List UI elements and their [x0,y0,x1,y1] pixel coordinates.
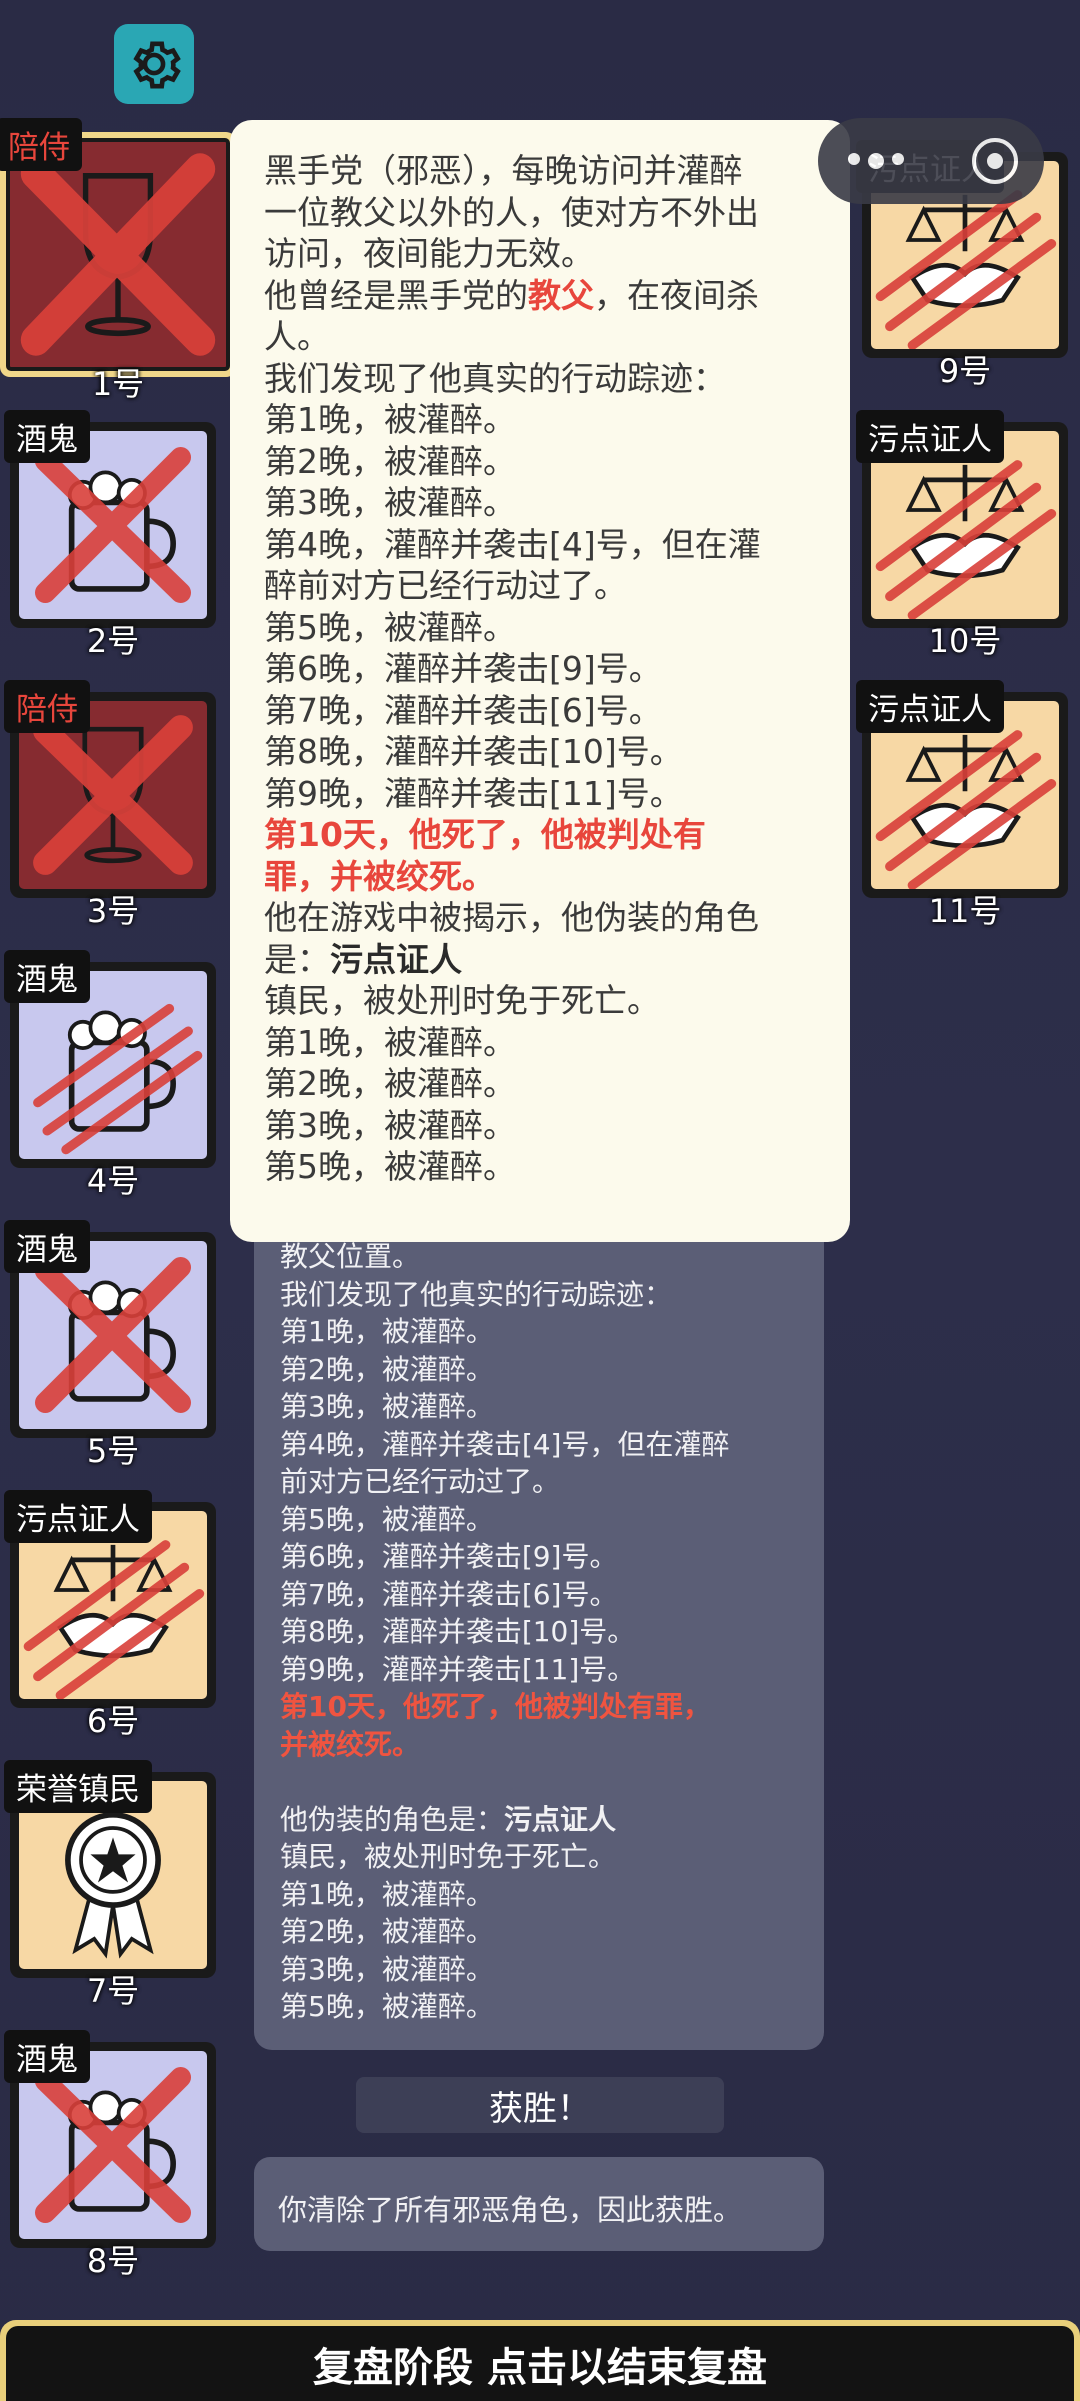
player-number: 2号 [86,622,140,660]
popup-line: 第3晚，被灌醉。 [264,1105,516,1145]
popup-line: 第7晚，灌醉并袭击[6]号。 [264,690,662,730]
popup-line: 第1晚，被灌醉。 [264,400,516,439]
popup-line: 访问，夜间能力无效。 [264,234,594,273]
popup-text: ，在夜间杀 [594,275,759,315]
player-number: 3号 [86,892,140,930]
role-tag: 荣誉镇民 [4,1760,152,1813]
popup-death-line: 第10天，他死了，他被判处有 [264,815,706,854]
gear-icon [133,41,181,89]
popup-line: 他曾经是黑手党的教父，在夜间杀 [264,275,820,317]
player-card-4[interactable]: 酒鬼 4号 [4,950,216,1200]
log-line: 教父位置。 [280,1240,421,1273]
log-line: 他伪装的角色是：污点证人 [280,1801,800,1839]
log-line: 第1晚，被灌醉。 [280,1315,494,1348]
role-tag: 陪侍 [0,118,82,171]
card-portrait [6,138,230,371]
log-line: 第3晚，被灌醉。 [280,1390,494,1423]
popup-line: 第1晚，被灌醉。 [264,1022,516,1062]
popup-line: 黑手党（邪恶），每晚访问并灌醉 [264,151,743,190]
role-tag: 污点证人 [4,1490,152,1543]
player-card-5[interactable]: 酒鬼 5号 [4,1220,216,1470]
popup-line: 第6晚，灌醉并袭击[9]号。 [264,649,662,688]
player-number: 5号 [86,1432,140,1470]
popup-line: 人。 [264,317,330,356]
popup-text: 他曾经是黑手党的 [264,275,528,315]
popup-line: 第2晚，被灌醉。 [264,441,516,481]
log-line: 第2晚，被灌醉。 [280,1352,494,1386]
player-card-8[interactable]: 酒鬼 8号 [4,2030,216,2280]
log-line: 第1晚，被灌醉。 [280,1877,494,1911]
miniapp-capsule[interactable] [818,118,1044,204]
victory-message: 你清除了所有邪恶角色，因此获胜。 [254,2157,824,2251]
player-number: 10号 [928,622,1002,660]
log-line: 镇民，被处刑时免于死亡。 [280,1840,617,1873]
player-card-6[interactable]: 污点证人 6号 [4,1490,216,1740]
player-card-3[interactable]: 陪侍 3号 [4,680,216,930]
log-line: 第8晚，灌醉并袭击[10]号。 [280,1615,636,1648]
player-number: 1号 [91,365,145,403]
popup-line: 醉前对方已经行动过了。 [264,566,627,605]
log-line: 前对方已经行动过了。 [280,1465,561,1498]
player-card-10[interactable]: 污点证人 10号 [856,410,1068,660]
log-line: 第4晚，灌醉并袭击[4]号，但在灌醉 [280,1427,730,1461]
log-line: 第3晚，被灌醉。 [280,1952,494,1986]
popup-line: 一位教父以外的人，使对方不外出 [264,192,759,232]
role-tag: 污点证人 [856,410,1004,463]
player-number: 8号 [86,2242,140,2280]
role-tag: 污点证人 [856,680,1004,733]
end-review-label: 复盘阶段 点击以结束复盘 [6,2326,1074,2401]
log-disguise-label: 他伪装的角色是： [280,1802,505,1836]
log-line: 我们发现了他真实的行动踪迹： [280,1277,673,1311]
popup-text: 是： [264,939,330,979]
popup-line: 第9晚，灌醉并袭击[11]号。 [264,773,683,813]
popup-line: 是：污点证人 [264,939,820,981]
role-tag: 酒鬼 [4,410,90,463]
popup-line: 第4晚，灌醉并袭击[4]号，但在灌 [264,524,761,564]
more-dots-icon[interactable] [848,153,904,169]
player-card-11[interactable]: 污点证人 11号 [856,680,1068,930]
player-number: 11号 [928,892,1002,930]
log-death-line: 第10天，他死了，他被判处有罪， [280,1690,711,1723]
popup-death-line: 罪，并被绞死。 [264,856,495,896]
close-target-icon[interactable] [972,138,1018,184]
log-death-line: 并被绞死。 [280,1727,421,1761]
victory-button[interactable]: 获胜！ [356,2077,724,2133]
popup-disguise-role: 污点证人 [330,939,462,979]
popup-line: 第3晚，被灌醉。 [264,483,516,522]
role-detail-popup[interactable]: 黑手党（邪恶），每晚访问并灌醉 一位教父以外的人，使对方不外出 访问，夜间能力无… [230,120,850,1242]
player-card-1[interactable]: 陪侍 1号 [0,118,236,403]
player-card-2[interactable]: 酒鬼 2号 [4,410,216,660]
player-number: 9号 [938,352,992,390]
player-number: 4号 [86,1162,140,1200]
log-line: 第5晚，被灌醉。 [280,1990,494,2023]
log-line: 第7晚，灌醉并袭击[6]号。 [280,1577,618,1611]
end-review-bar[interactable]: 复盘阶段 点击以结束复盘 [0,2320,1080,2401]
popup-true-role: 教父 [528,275,594,315]
popup-line: 第8晚，灌醉并袭击[10]号。 [264,732,683,771]
eliminated-x-icon [20,153,216,356]
log-line: 第2晚，被灌醉。 [280,1915,494,1948]
popup-line: 我们发现了他真实的行动踪迹： [264,358,726,398]
log-line: 第6晚，灌醉并袭击[9]号。 [280,1540,618,1573]
popup-line: 他在游戏中被揭示，他伪装的角色 [264,898,759,937]
popup-line: 第5晚，被灌醉。 [264,1147,516,1186]
role-tag: 陪侍 [4,680,90,733]
log-line: 第5晚，被灌醉。 [280,1502,494,1536]
player-number: 7号 [86,1972,140,2010]
role-tag: 酒鬼 [4,950,90,1003]
role-tag: 酒鬼 [4,1220,90,1273]
review-log-text[interactable]: 教父位置。 我们发现了他真实的行动踪迹： 第1晚，被灌醉。 第2晚，被灌醉。 第… [280,1238,800,2026]
popup-line: 镇民，被处刑时免于死亡。 [264,981,660,1020]
player-card-7[interactable]: 荣誉镇民 7号 [4,1760,216,2010]
role-tag: 酒鬼 [4,2030,90,2083]
popup-line: 第2晚，被灌醉。 [264,1064,516,1103]
log-disguise-role: 污点证人 [504,1802,617,1836]
log-line: 第9晚，灌醉并袭击[11]号。 [280,1652,636,1686]
player-number: 6号 [86,1702,140,1740]
popup-line: 第5晚，被灌醉。 [264,607,516,647]
settings-button[interactable] [114,24,194,104]
